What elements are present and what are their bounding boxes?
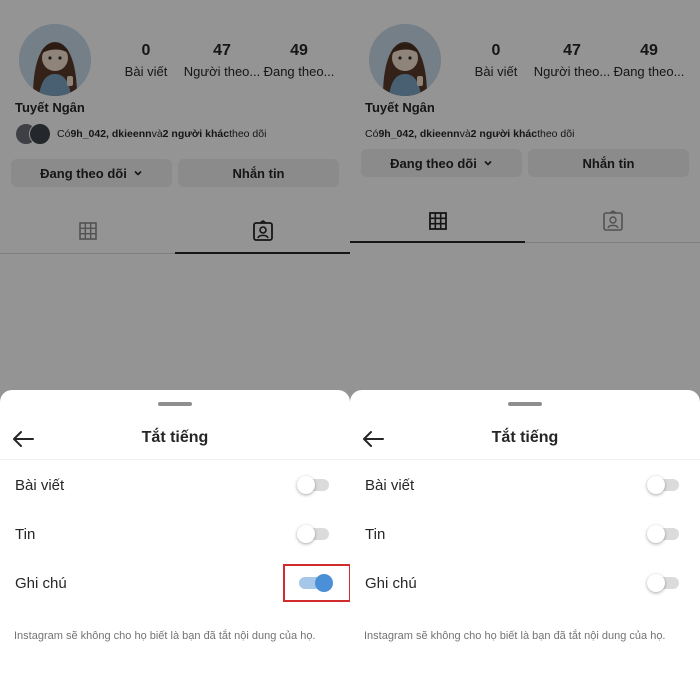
mute-info-note: Instagram sẽ không cho họ biết là bạn đã… <box>14 630 316 642</box>
sheet-title: Tắt tiếng <box>141 429 209 446</box>
sheet-divider <box>0 459 350 460</box>
mute-sheet: Tắt tiếng Bài viết Tin Ghi chú Instagram… <box>0 390 350 700</box>
back-button[interactable] <box>10 427 36 451</box>
mute-sheet: Tắt tiếng Bài viết Tin Ghi chú Instagram… <box>350 390 700 700</box>
mute-row-label: Ghi chú <box>15 575 67 592</box>
sheet-drag-handle[interactable] <box>508 402 542 406</box>
mute-row-label: Tin <box>365 526 386 543</box>
panel-after: 0 Bài viết 47 Người theo... 49 Đang theo… <box>350 0 700 700</box>
mute-row-notes: Ghi chú <box>350 563 700 603</box>
mute-row-label: Bài viết <box>15 477 65 494</box>
mute-posts-toggle[interactable] <box>297 475 331 495</box>
mute-row-label: Tin <box>15 526 36 543</box>
mute-row-stories: Tin <box>350 514 700 554</box>
mute-row-posts: Bài viết <box>0 465 350 505</box>
mute-stories-toggle[interactable] <box>647 524 681 544</box>
back-arrow-icon <box>363 431 384 447</box>
sheet-title: Tắt tiếng <box>491 429 559 446</box>
mute-row-label: Bài viết <box>365 477 415 494</box>
mute-posts-toggle[interactable] <box>647 475 681 495</box>
mute-notes-toggle[interactable] <box>297 573 333 593</box>
sheet-divider <box>350 459 700 460</box>
mute-info-note: Instagram sẽ không cho họ biết là bạn đã… <box>364 630 666 642</box>
mute-row-stories: Tin <box>0 514 350 554</box>
sheet-drag-handle[interactable] <box>158 402 192 406</box>
mute-notes-toggle[interactable] <box>647 573 681 593</box>
mute-row-notes: Ghi chú <box>0 563 350 603</box>
mute-row-posts: Bài viết <box>350 465 700 505</box>
back-button[interactable] <box>360 427 386 451</box>
back-arrow-icon <box>13 431 34 447</box>
mute-stories-toggle[interactable] <box>297 524 331 544</box>
panel-before: 0 Bài viết 47 Người theo... 49 Đang theo… <box>0 0 350 700</box>
mute-row-label: Ghi chú <box>365 575 417 592</box>
